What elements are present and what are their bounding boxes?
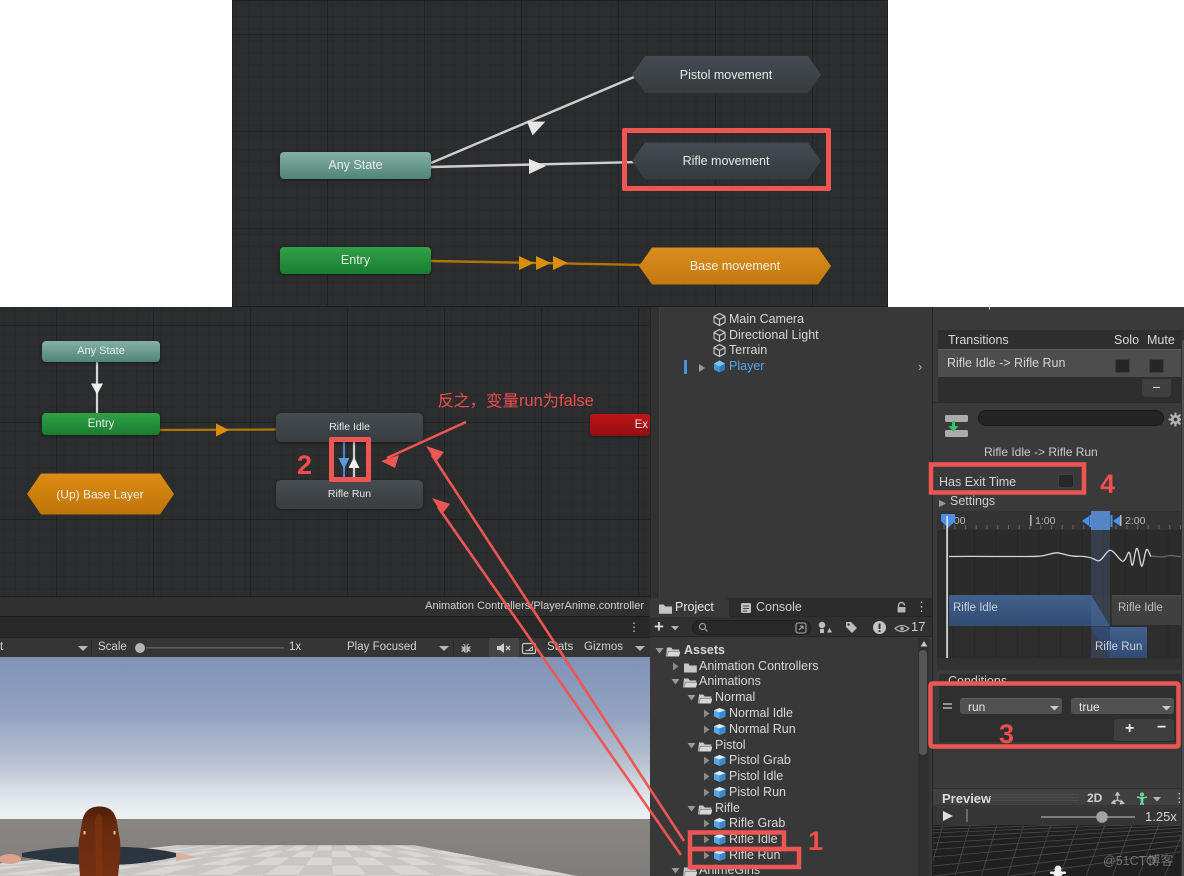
svg-text:Rifle Idle: Rifle Idle xyxy=(953,602,998,614)
svg-text:2:00: 2:00 xyxy=(1125,515,1146,527)
svg-text:1:00: 1:00 xyxy=(1035,515,1056,527)
svg-text:Pistol movement: Pistol movement xyxy=(680,68,773,82)
svg-text:Rifle Idle: Rifle Idle xyxy=(1118,602,1163,614)
svg-text:Base movement: Base movement xyxy=(690,259,781,273)
svg-text:Rifle Run: Rifle Run xyxy=(1095,641,1142,653)
svg-text:(Up) Base Layer: (Up) Base Layer xyxy=(56,488,143,502)
